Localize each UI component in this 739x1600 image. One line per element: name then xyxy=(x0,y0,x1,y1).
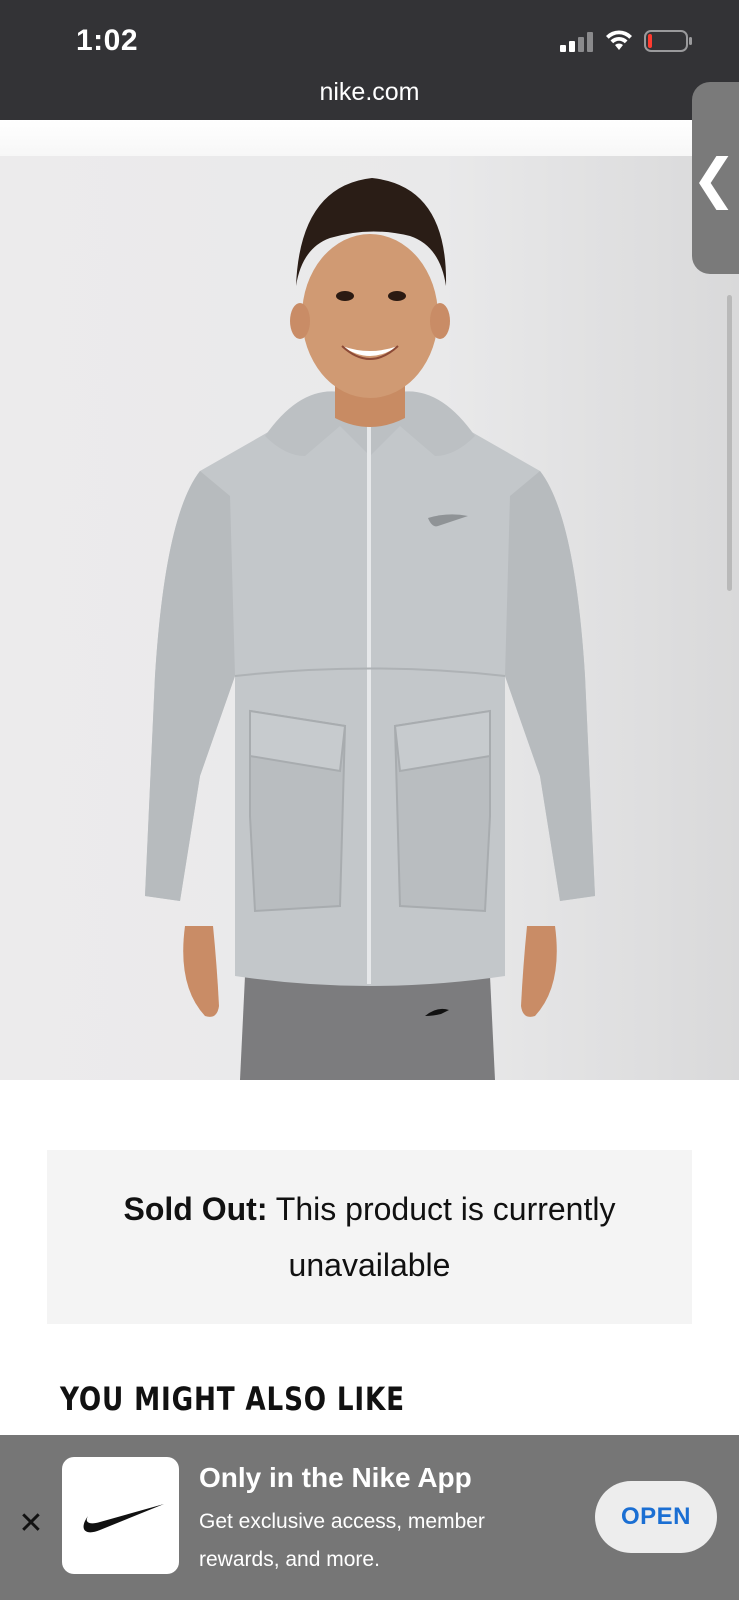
sold-out-text: Sold Out: This product is currently unav… xyxy=(87,1181,652,1293)
open-app-button[interactable]: OPEN xyxy=(595,1481,717,1553)
close-banner-button[interactable]: ✕ xyxy=(16,1505,46,1541)
recommendations-title: YOU MIGHT ALSO LIKE xyxy=(60,1380,405,1418)
status-bar: 1:02 nike.com xyxy=(0,0,739,120)
scrollbar[interactable] xyxy=(727,295,732,591)
address-bar-url[interactable]: nike.com xyxy=(0,78,739,107)
nike-swoosh-icon xyxy=(83,1503,164,1532)
chevron-left-icon: ❮ xyxy=(691,146,737,210)
sold-out-label: Sold Out: xyxy=(123,1191,268,1227)
close-icon: ✕ xyxy=(18,1505,44,1541)
page-top-spacer xyxy=(0,120,739,156)
sold-out-message: This product is currently unavailable xyxy=(267,1191,616,1283)
banner-subtitle: Get exclusive access, member rewards, an… xyxy=(199,1510,485,1571)
status-time: 1:02 xyxy=(76,24,139,57)
battery-low-icon xyxy=(644,30,692,52)
wifi-icon xyxy=(606,30,632,50)
cellular-signal-icon xyxy=(560,32,593,52)
nike-app-icon xyxy=(62,1457,179,1574)
product-photo-illustration xyxy=(145,178,595,1080)
product-image[interactable] xyxy=(0,156,739,1080)
sold-out-notice: Sold Out: This product is currently unav… xyxy=(47,1150,692,1324)
side-drawer-toggle[interactable]: ❮ xyxy=(691,82,739,274)
banner-title: Only in the Nike App xyxy=(199,1462,472,1493)
